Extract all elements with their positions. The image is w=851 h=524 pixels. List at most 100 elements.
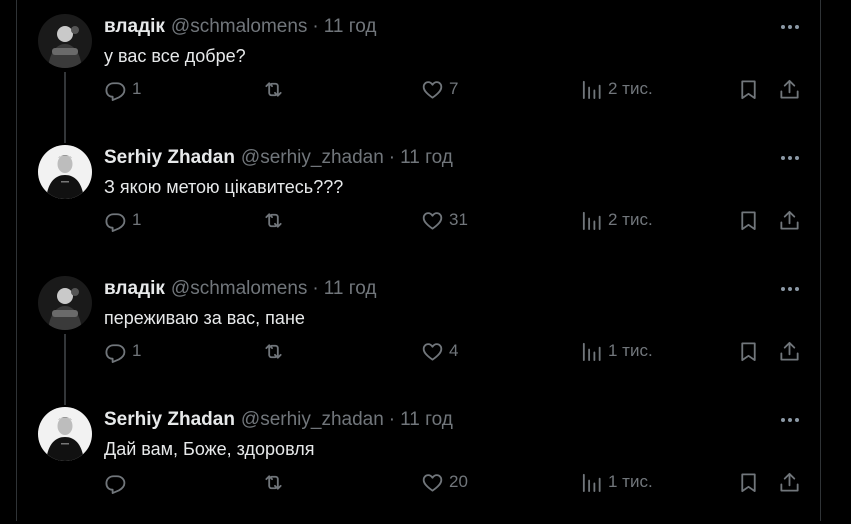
action-bar: 1 31 2 тис. <box>17 205 820 235</box>
heart-icon <box>422 211 443 230</box>
views-icon <box>582 473 601 492</box>
views-icon <box>582 342 601 361</box>
reply-button[interactable]: 1 <box>104 336 141 366</box>
avatar[interactable] <box>38 145 92 199</box>
more-icon[interactable] <box>777 278 803 300</box>
author-handle[interactable]: @schmalomens <box>171 16 308 38</box>
more-icon[interactable] <box>777 16 803 38</box>
bookmark-icon <box>741 79 756 99</box>
bookmark-icon <box>741 472 756 492</box>
reply-icon <box>105 212 126 232</box>
more-icon[interactable] <box>777 147 803 169</box>
views-icon <box>582 211 601 230</box>
separator-dot: · <box>312 16 319 37</box>
retweet-button[interactable] <box>262 205 285 235</box>
retweet-icon <box>265 474 282 490</box>
retweet-icon <box>265 343 282 359</box>
share-icon <box>780 341 799 361</box>
tweet-text: Дай вам, Боже, здоровля <box>104 439 315 459</box>
author-handle[interactable]: @serhiy_zhadan <box>241 409 384 431</box>
tweet[interactable]: владік @schmalomens · 11 год переживаю з… <box>17 262 820 405</box>
reply-icon <box>105 343 126 363</box>
reply-count: 1 <box>132 210 142 229</box>
views-button[interactable]: 2 тис. <box>580 205 653 235</box>
tweet[interactable]: Serhiy Zhadan @serhiy_zhadan · 11 год Да… <box>17 393 820 524</box>
reply-button[interactable]: 1 <box>104 74 141 104</box>
separator-dot: · <box>388 147 396 168</box>
like-button[interactable]: 4 <box>421 336 458 366</box>
heart-icon <box>422 342 443 361</box>
views-count: 1 тис. <box>608 472 653 491</box>
author-name[interactable]: Serhiy Zhadan <box>104 147 235 169</box>
tweet[interactable]: владік @schmalomens · 11 год у вас все д… <box>17 0 820 143</box>
share-button[interactable] <box>778 336 801 366</box>
avatar[interactable] <box>38 276 92 330</box>
like-count: 31 <box>449 210 468 229</box>
views-button[interactable]: 1 тис. <box>580 467 653 497</box>
reply-icon <box>105 81 126 101</box>
tweet[interactable]: Serhiy Zhadan @serhiy_zhadan · 11 год З … <box>17 131 820 262</box>
tweet-header: владік @schmalomens · 11 год <box>104 278 377 300</box>
avatar-image <box>38 145 92 199</box>
timestamp[interactable]: 11 год <box>400 147 453 169</box>
author-name[interactable]: владік <box>104 16 165 38</box>
author-name[interactable]: владік <box>104 278 165 300</box>
column-border-right <box>820 0 821 521</box>
avatar[interactable] <box>38 407 92 461</box>
bookmark-button[interactable] <box>737 336 760 366</box>
timestamp[interactable]: 11 год <box>324 278 377 300</box>
reply-icon <box>105 474 126 494</box>
tweet-header: Serhiy Zhadan @serhiy_zhadan · 11 год <box>104 409 453 431</box>
retweet-icon <box>265 81 282 97</box>
like-count: 4 <box>449 341 459 360</box>
avatar-image <box>38 14 92 68</box>
views-count: 2 тис. <box>608 210 653 229</box>
reply-count: 1 <box>132 79 142 98</box>
like-button[interactable]: 20 <box>421 467 468 497</box>
bookmark-button[interactable] <box>737 205 760 235</box>
like-button[interactable]: 31 <box>421 205 468 235</box>
views-button[interactable]: 2 тис. <box>580 74 653 104</box>
retweet-button[interactable] <box>262 74 285 104</box>
views-button[interactable]: 1 тис. <box>580 336 653 366</box>
heart-icon <box>422 80 443 99</box>
timestamp[interactable]: 11 год <box>400 409 453 431</box>
retweet-button[interactable] <box>262 336 285 366</box>
reply-count: 1 <box>132 341 142 360</box>
thread-feed: владік @schmalomens · 11 год у вас все д… <box>0 0 851 521</box>
action-bar: 1 4 1 тис. <box>17 336 820 366</box>
bookmark-button[interactable] <box>737 467 760 497</box>
retweet-icon <box>265 212 282 228</box>
views-icon <box>582 80 601 99</box>
share-button[interactable] <box>778 74 801 104</box>
action-bar: 20 1 тис. <box>17 467 820 497</box>
bookmark-button[interactable] <box>737 74 760 104</box>
share-button[interactable] <box>778 467 801 497</box>
separator-dot: · <box>388 409 396 430</box>
avatar-image <box>38 407 92 461</box>
avatar[interactable] <box>38 14 92 68</box>
like-count: 7 <box>449 79 459 98</box>
author-name[interactable]: Serhiy Zhadan <box>104 409 235 431</box>
views-count: 1 тис. <box>608 341 653 360</box>
tweet-header: владік @schmalomens · 11 год <box>104 16 377 38</box>
author-handle[interactable]: @serhiy_zhadan <box>241 147 384 169</box>
heart-icon <box>422 473 443 492</box>
like-button[interactable]: 7 <box>421 74 458 104</box>
share-icon <box>780 210 799 230</box>
more-icon[interactable] <box>777 409 803 431</box>
separator-dot: · <box>312 278 319 299</box>
bookmark-icon <box>741 210 756 230</box>
share-button[interactable] <box>778 205 801 235</box>
views-count: 2 тис. <box>608 79 653 98</box>
reply-button[interactable] <box>104 467 132 497</box>
like-count: 20 <box>449 472 468 491</box>
share-icon <box>780 79 799 99</box>
retweet-button[interactable] <box>262 467 285 497</box>
avatar-image <box>38 276 92 330</box>
reply-button[interactable]: 1 <box>104 205 141 235</box>
action-bar: 1 7 2 тис. <box>17 74 820 104</box>
tweet-text: переживаю за вас, пане <box>104 308 305 328</box>
author-handle[interactable]: @schmalomens <box>171 278 308 300</box>
timestamp[interactable]: 11 год <box>324 16 377 38</box>
